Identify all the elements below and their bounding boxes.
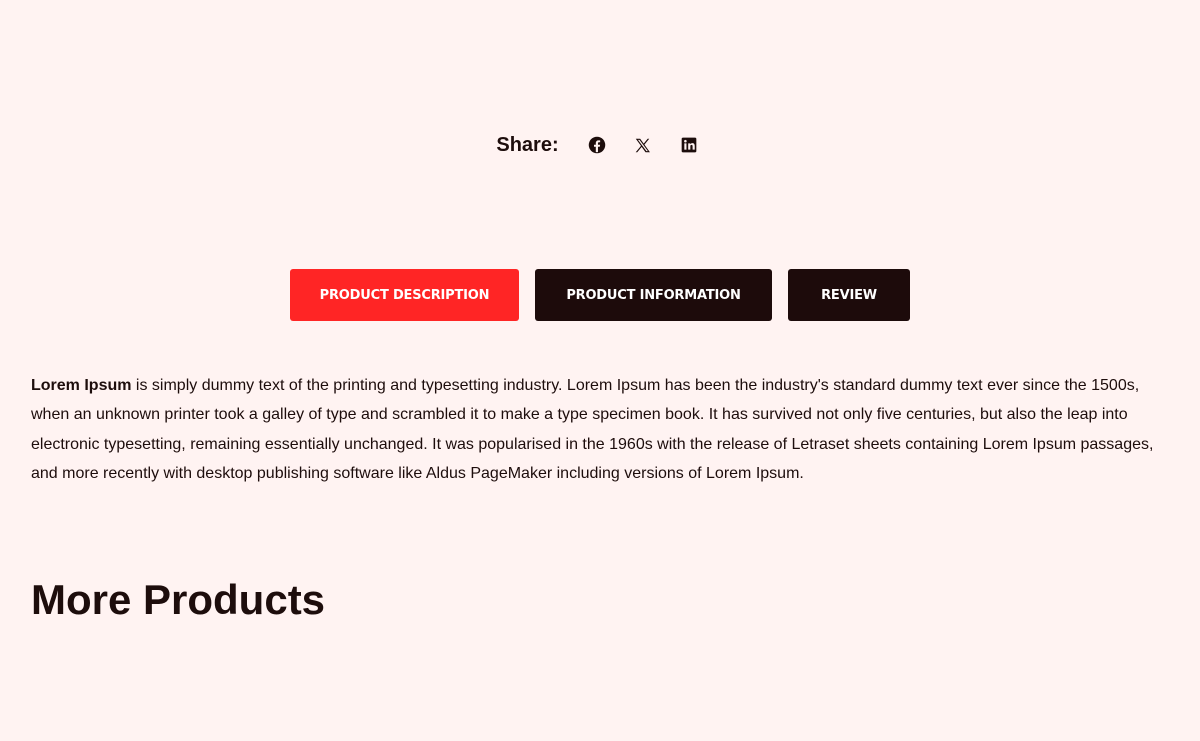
share-bar: Share: — [0, 130, 1200, 160]
tab-product-information[interactable]: PRODUCT INFORMATION — [535, 269, 772, 321]
more-products-heading: More Products — [31, 576, 326, 623]
x-icon[interactable] — [624, 130, 662, 160]
share-label: Share: — [496, 133, 559, 156]
description-lead: Lorem Ipsum — [31, 377, 132, 394]
tab-product-description[interactable]: PRODUCT DESCRIPTION — [290, 269, 519, 321]
facebook-icon[interactable] — [578, 130, 616, 160]
tab-review[interactable]: REVIEW — [788, 269, 910, 321]
product-description-text: Lorem Ipsum is simply dummy text of the … — [31, 371, 1171, 488]
linkedin-icon[interactable] — [670, 130, 708, 160]
product-tabs: PRODUCT DESCRIPTION PRODUCT INFORMATION … — [0, 269, 1200, 321]
description-body: is simply dummy text of the printing and… — [31, 377, 1154, 482]
